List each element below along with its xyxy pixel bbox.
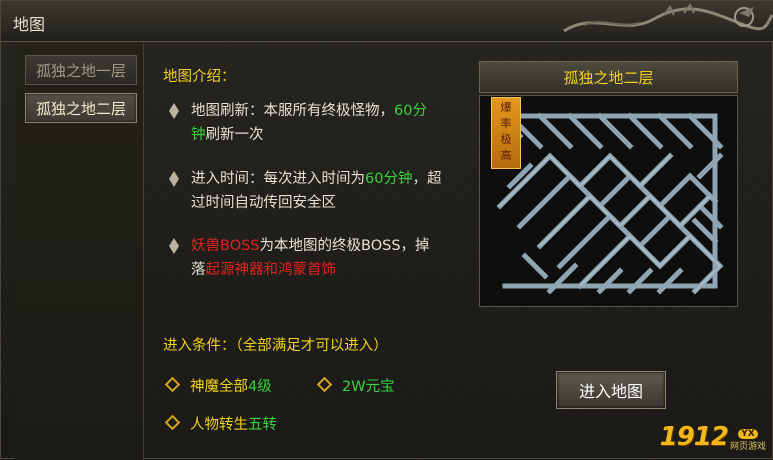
condition-3-text: 人物转生 <box>190 417 248 433</box>
window-title: 地图 <box>13 15 46 34</box>
enter-map-button[interactable]: 进入地图 <box>556 371 666 409</box>
enter-time-text: 进入时间：每次进入时间为60分钟，超过时间自动传回安全区 <box>191 167 471 215</box>
logo-badge: YX <box>738 429 758 439</box>
diamond-icon <box>164 376 181 393</box>
refresh-text-a: 地图刷新：本服所有终极怪物， <box>191 103 394 119</box>
refresh-interval-unit: 钟 <box>191 127 206 143</box>
logo-number: 1912 <box>659 422 729 452</box>
condition-1: 神魔全部4级 <box>164 375 272 396</box>
condition-2: 2W元宝 <box>316 375 395 396</box>
enter-time-text-d: 过时间自动传回安全区 <box>191 195 336 211</box>
condition-1-value: 4级 <box>248 379 272 395</box>
map-name-header: 孤独之地二层 <box>479 61 738 93</box>
intro-title: 地图介绍： <box>163 69 236 85</box>
condition-1-text: 神魔全部 <box>190 379 248 395</box>
map-window: 地图 孤独之地一层 孤独之地二层 地图介绍： 地图刷新：本服所有终极怪物，60分… <box>0 0 773 460</box>
map-name: 孤独之地二层 <box>563 68 654 87</box>
tab-floor-1[interactable]: 孤独之地一层 <box>25 55 137 85</box>
bullet-icon <box>169 238 179 254</box>
bullet-icon <box>169 171 179 187</box>
boss-text: 妖兽BOSS为本地图的终极BOSS，掉落起源神器和鸿蒙首饰 <box>191 234 471 282</box>
condition-3-value: 五转 <box>248 417 277 433</box>
tag-char-3: 极 <box>500 133 512 146</box>
condition-2-text: 2W元宝 <box>342 379 395 395</box>
refresh-text: 地图刷新：本服所有终极怪物，60分钟刷新一次 <box>191 99 471 147</box>
tag-char-2: 率 <box>500 117 512 130</box>
tab-floor-2[interactable]: 孤独之地二层 <box>25 93 137 123</box>
boss-name: 妖兽BOSS <box>191 238 260 254</box>
refresh-interval: 60分 <box>394 103 427 119</box>
logo-subtitle: 网页游戏 <box>729 442 766 452</box>
boss-text-b: 为本地图的终极BOSS，掉 <box>259 238 430 254</box>
tab-floor-1-label: 孤独之地一层 <box>35 61 126 80</box>
enter-time-text-c: ，超 <box>412 171 442 187</box>
tag-char-1: 爆 <box>500 101 512 114</box>
tab-floor-2-label: 孤独之地二层 <box>35 99 126 118</box>
bullet-icon <box>169 103 179 119</box>
enter-time-text-a: 进入时间：每次进入时间为 <box>191 171 365 187</box>
logo-side: YX 网页游戏 <box>730 429 766 452</box>
refresh-text-d: 刷新一次 <box>205 127 264 143</box>
drop-rate-tag: 爆 率 极 高 <box>491 97 521 169</box>
window-header: 地图 <box>1 1 773 42</box>
enter-map-label: 进入地图 <box>578 382 643 401</box>
condition-3: 人物转生五转 <box>164 413 277 434</box>
tag-char-4: 高 <box>500 149 512 162</box>
boss-text-c: 落 <box>191 262 206 278</box>
conditions-title: 进入条件：（全部满足才可以进入） <box>163 338 388 354</box>
floor-tab-list: 孤独之地一层 孤独之地二层 <box>15 43 144 460</box>
dragon-ornament-icon <box>563 3 773 33</box>
diamond-icon <box>164 414 181 431</box>
boss-drops: 起源神器和鸿蒙首饰 <box>205 262 337 278</box>
diamond-icon <box>316 376 333 393</box>
site-logo: 1912 YX 网页游戏 <box>660 422 766 452</box>
enter-time-duration: 60分钟 <box>365 171 413 187</box>
